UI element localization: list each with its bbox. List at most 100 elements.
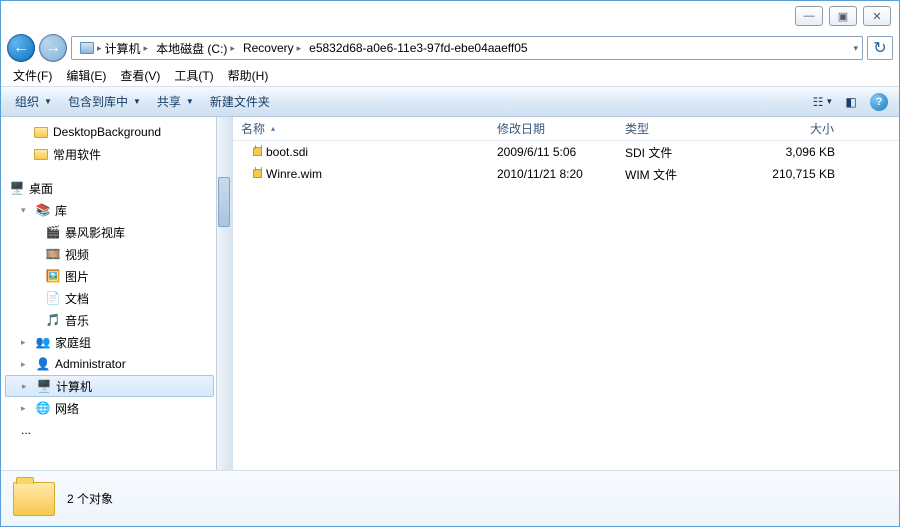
folder-icon [33, 124, 49, 140]
organize-label: 组织 [15, 93, 39, 110]
file-row[interactable]: boot.sdi 2009/6/11 5:06 SDI 文件 3,096 KB [233, 141, 899, 163]
tree-item-desktopbackground[interactable]: DesktopBackground [5, 121, 214, 143]
help-button[interactable]: ? [867, 91, 891, 113]
tree-item-pictures[interactable]: 🖼️图片 [5, 265, 214, 287]
tree-label: 网络 [55, 400, 79, 417]
status-text: 2 个对象 [67, 490, 113, 507]
breadcrumb-label: e5832d68-a0e6-11e3-97fd-ebe04aaeff05 [309, 41, 527, 55]
video-icon: 🎞️ [45, 246, 61, 262]
tree-item-common-software[interactable]: 常用软件 [5, 143, 214, 165]
user-icon: 👤 [35, 356, 51, 372]
menu-view[interactable]: 查看(V) [114, 65, 166, 86]
file-name: Winre.wim [266, 167, 322, 181]
tree-item-computer[interactable]: ▸🖥️计算机 [5, 375, 214, 397]
chevron-down-icon: ▼ [825, 97, 833, 106]
address-bar[interactable]: ▸ 计算机 ▸ 本地磁盘 (C:) ▸ Recovery ▸ e5832d68-… [71, 36, 863, 60]
forward-button[interactable]: → [39, 34, 67, 62]
tree-label: 音乐 [65, 312, 89, 329]
file-list-pane: 名称 修改日期 类型 大小 boot.sdi 2009/6/11 5:06 SD… [233, 117, 899, 470]
expand-icon[interactable]: ▸ [21, 359, 31, 370]
scrollbar[interactable] [216, 117, 232, 470]
status-bar: 2 个对象 [1, 470, 899, 526]
scrollbar-thumb[interactable] [218, 177, 230, 227]
menu-file[interactable]: 文件(F) [7, 65, 58, 86]
tree-label: 库 [55, 202, 67, 219]
include-in-library-button[interactable]: 包含到库中▼ [62, 90, 147, 113]
expand-icon[interactable]: ▸ [21, 403, 31, 414]
video-library-icon: 🎬 [45, 224, 61, 240]
tree-item-documents[interactable]: 📄文档 [5, 287, 214, 309]
homegroup-icon: 👥 [35, 334, 51, 350]
refresh-button[interactable]: ↻ [867, 36, 893, 60]
tree-item-libraries[interactable]: ▾📚库 [5, 199, 214, 221]
breadcrumb-guid[interactable]: e5832d68-a0e6-11e3-97fd-ebe04aaeff05 [305, 41, 531, 55]
file-type-cell: WIM 文件 [617, 166, 733, 183]
file-name-cell: Winre.wim [233, 167, 489, 181]
refresh-icon: ↻ [873, 38, 886, 58]
close-button[interactable]: ✕ [863, 6, 891, 26]
organize-button[interactable]: 组织 ▼ [9, 90, 58, 113]
tree-label: DesktopBackground [53, 125, 161, 139]
chevron-down-icon: ▼ [44, 97, 52, 106]
document-icon: 📄 [45, 290, 61, 306]
column-type[interactable]: 类型 [617, 117, 733, 140]
back-button[interactable]: ← [7, 34, 35, 62]
minimize-button[interactable]: — [795, 6, 823, 26]
picture-icon: 🖼️ [45, 268, 61, 284]
body: DesktopBackground 常用软件 🖥️桌面 ▾📚库 🎬暴风影视库 🎞… [1, 117, 899, 470]
share-label: 共享 [157, 93, 181, 110]
lock-icon [253, 169, 262, 178]
chevron-down-icon: ▼ [186, 97, 194, 106]
column-size[interactable]: 大小 [733, 117, 843, 140]
breadcrumb-drive[interactable]: 本地磁盘 (C:) ▸ [152, 40, 239, 57]
tree-item-desktop[interactable]: 🖥️桌面 [5, 177, 214, 199]
chevron-right-icon: ▸ [230, 43, 235, 54]
menu-help[interactable]: 帮助(H) [222, 65, 275, 86]
tree-item-music[interactable]: 🎵音乐 [5, 309, 214, 331]
breadcrumb-recovery[interactable]: Recovery ▸ [239, 41, 305, 55]
tree-label: 计算机 [56, 378, 92, 395]
tree-item-homegroup[interactable]: ▸👥家庭组 [5, 331, 214, 353]
lock-icon [253, 147, 262, 156]
tree-item-administrator[interactable]: ▸ 👤 Administrator [5, 353, 214, 375]
menu-tools[interactable]: 工具(T) [168, 65, 219, 86]
file-date-cell: 2010/11/21 8:20 [489, 167, 617, 181]
expand-icon[interactable]: ▸ [21, 337, 31, 348]
tree-ellipsis: ... [5, 419, 214, 441]
menu-edit[interactable]: 编辑(E) [60, 65, 112, 86]
column-name[interactable]: 名称 [233, 117, 489, 140]
expand-icon[interactable]: ▾ [21, 205, 31, 216]
tree-item-network[interactable]: ▸🌐网络 [5, 397, 214, 419]
back-arrow-icon: ← [13, 39, 29, 57]
breadcrumb-label: Recovery [243, 41, 294, 55]
share-button[interactable]: 共享 ▼ [151, 90, 200, 113]
tree-label: Administrator [55, 357, 126, 371]
tree-label: 暴风影视库 [65, 224, 125, 241]
folder-icon [13, 482, 55, 516]
expand-icon[interactable]: ▸ [22, 381, 32, 392]
file-size-cell: 3,096 KB [733, 145, 843, 159]
navigation-pane: DesktopBackground 常用软件 🖥️桌面 ▾📚库 🎬暴风影视库 🎞… [1, 117, 233, 470]
breadcrumb-label: 本地磁盘 (C:) [156, 40, 227, 57]
forward-arrow-icon: → [45, 39, 61, 57]
explorer-window: — ▣ ✕ ← → ▸ 计算机 ▸ 本地磁盘 (C:) ▸ Recovery ▸… [0, 0, 900, 527]
maximize-button[interactable]: ▣ [829, 6, 857, 26]
file-name: boot.sdi [266, 145, 308, 159]
computer-icon [80, 42, 94, 54]
breadcrumb-computer[interactable]: ▸ 计算机 ▸ [76, 40, 152, 57]
tree-item-video-library[interactable]: 🎬暴风影视库 [5, 221, 214, 243]
desktop-icon: 🖥️ [9, 180, 25, 196]
ellipsis-label: ... [21, 423, 31, 437]
help-icon: ? [870, 93, 888, 111]
tree-item-videos[interactable]: 🎞️视频 [5, 243, 214, 265]
column-headers: 名称 修改日期 类型 大小 [233, 117, 899, 141]
column-date[interactable]: 修改日期 [489, 117, 617, 140]
preview-pane-button[interactable]: ◧ [839, 91, 863, 113]
tree-label: 图片 [65, 268, 89, 285]
dropdown-icon[interactable]: ▾ [853, 43, 858, 54]
menu-bar: 文件(F) 编辑(E) 查看(V) 工具(T) 帮助(H) [1, 65, 899, 87]
view-options-button[interactable]: ☷▼ [811, 91, 835, 113]
new-folder-button[interactable]: 新建文件夹 [204, 90, 276, 113]
file-list[interactable]: boot.sdi 2009/6/11 5:06 SDI 文件 3,096 KB … [233, 141, 899, 470]
file-row[interactable]: Winre.wim 2010/11/21 8:20 WIM 文件 210,715… [233, 163, 899, 185]
